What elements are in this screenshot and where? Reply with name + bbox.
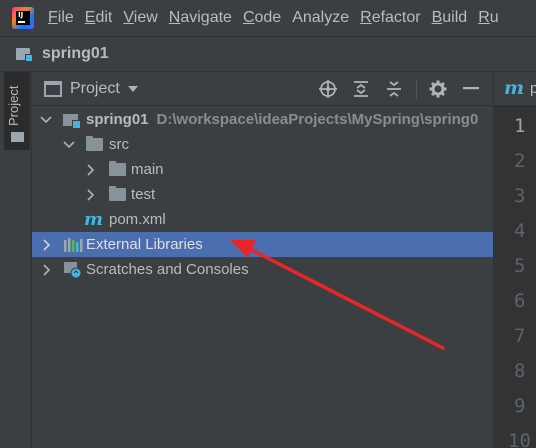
tree-scratches-label: Scratches and Consoles <box>86 261 249 278</box>
scratches-icon <box>63 261 83 279</box>
tree-row-external-libraries[interactable]: External Libraries <box>32 232 493 257</box>
line-number: 4 <box>514 220 526 242</box>
tool-window-stripe: Project <box>0 72 32 448</box>
folder-icon <box>109 161 126 179</box>
menu-file[interactable]: File <box>48 9 74 27</box>
maven-icon: m <box>504 77 525 99</box>
tree-main-label: main <box>131 161 164 178</box>
editor-tab-pom[interactable]: m p <box>494 72 536 106</box>
menu-view[interactable]: View <box>123 9 157 27</box>
menu-edit[interactable]: Edit <box>85 9 113 27</box>
project-panel-header: Project <box>32 72 493 106</box>
line-number-gutter: 1 2 3 4 5 6 7 8 9 10 <box>494 107 536 448</box>
chevron-down-icon[interactable] <box>127 85 138 92</box>
project-tool-tab-label: Project <box>6 85 21 126</box>
line-number: 1 <box>514 115 526 137</box>
maven-icon: m <box>84 209 104 230</box>
panel-toolbar <box>317 72 493 106</box>
chevron-right-icon[interactable] <box>40 263 54 277</box>
chevron-down-icon[interactable] <box>62 138 76 152</box>
line-number: 8 <box>514 360 526 382</box>
chevron-down-icon[interactable] <box>39 113 53 127</box>
gear-icon[interactable] <box>427 78 449 100</box>
chevron-right-icon[interactable] <box>40 238 54 252</box>
line-number: 9 <box>514 395 526 417</box>
menu-navigate[interactable]: Navigate <box>169 9 232 27</box>
project-panel: Project spring01 D:\workspace\ideaProjec… <box>32 72 493 448</box>
hide-icon[interactable] <box>460 78 482 100</box>
menu-run[interactable]: Ru <box>478 9 498 27</box>
project-view-title[interactable]: Project <box>70 80 120 98</box>
project-module-icon <box>16 46 34 62</box>
tree-pom-label: pom.xml <box>109 211 166 228</box>
intellij-logo-icon[interactable]: IJ <box>12 7 34 29</box>
navigation-bar: spring01 <box>0 36 536 72</box>
line-number: 7 <box>514 325 526 347</box>
tree-root-label: spring01 D:\workspace\ideaProjects\MySpri… <box>86 111 479 128</box>
tree-row-test[interactable]: test <box>32 182 493 207</box>
folder-icon <box>11 132 24 142</box>
folder-icon <box>109 186 126 204</box>
tree-external-libraries-label: External Libraries <box>86 236 203 253</box>
collapse-all-icon[interactable] <box>383 78 405 100</box>
tree-test-label: test <box>131 186 156 203</box>
editor-tab-label: p <box>530 80 536 97</box>
tree-src-label: src <box>109 136 129 153</box>
menu-analyze[interactable]: Analyze <box>292 9 349 27</box>
editor-area: m p 1 2 3 4 5 6 7 8 9 10 <box>493 72 536 448</box>
line-number: 5 <box>514 255 526 277</box>
line-number: 6 <box>514 290 526 312</box>
project-tool-tab[interactable]: Project <box>4 72 30 150</box>
chevron-right-icon[interactable] <box>84 188 98 202</box>
line-number: 2 <box>514 150 526 172</box>
tree-root-path: D:\workspace\ideaProjects\MySpring\sprin… <box>156 111 479 128</box>
tree-row-scratches[interactable]: Scratches and Consoles <box>32 257 493 282</box>
tree-row-main[interactable]: main <box>32 157 493 182</box>
chevron-right-icon[interactable] <box>84 163 98 177</box>
menu-refactor[interactable]: Refactor <box>360 9 420 27</box>
module-folder-icon <box>63 111 83 129</box>
tree-row-root[interactable]: spring01 D:\workspace\ideaProjects\MySpri… <box>32 107 493 132</box>
toolbar-divider <box>416 79 417 99</box>
breadcrumb-project[interactable]: spring01 <box>42 45 109 63</box>
project-view-icon <box>44 80 62 97</box>
folder-icon <box>86 136 103 154</box>
menu-code[interactable]: Code <box>243 9 281 27</box>
tree-row-pom[interactable]: m pom.xml <box>32 207 493 232</box>
menu-build[interactable]: Build <box>432 9 468 27</box>
line-number: 10 <box>508 430 531 448</box>
expand-all-icon[interactable] <box>350 78 372 100</box>
library-icon <box>63 236 83 254</box>
tree-row-src[interactable]: src <box>32 132 493 157</box>
line-number: 3 <box>514 185 526 207</box>
locate-icon[interactable] <box>317 78 339 100</box>
menu-bar: IJ File Edit View Navigate Code Analyze … <box>0 0 536 36</box>
